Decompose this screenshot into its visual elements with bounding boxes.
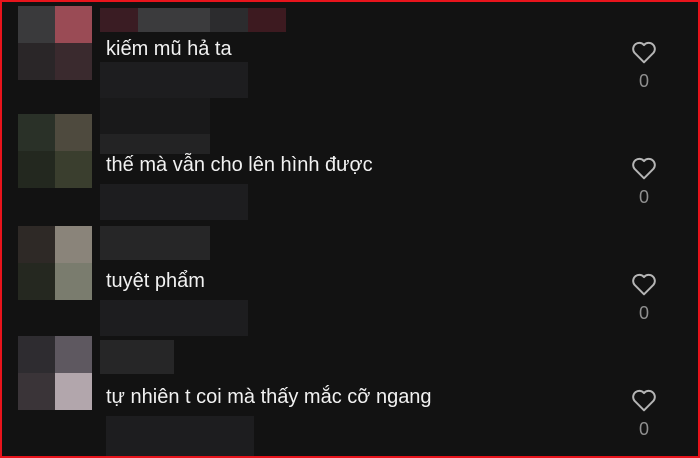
blurred-reply-area xyxy=(100,300,248,336)
comment-text: tuyệt phẩm xyxy=(106,270,205,292)
blurred-username-bar xyxy=(100,226,210,260)
blurred-reply-area xyxy=(100,184,248,220)
like-count: 0 xyxy=(638,71,649,91)
avatar[interactable] xyxy=(18,226,92,300)
blurred-reply-area xyxy=(100,62,248,98)
comment-item: tuyệt phẩm 0 xyxy=(2,226,698,338)
like-button[interactable]: 0 xyxy=(624,156,664,208)
like-button[interactable]: 0 xyxy=(624,388,664,440)
heart-outline-icon xyxy=(624,40,664,64)
blurred-username-bar xyxy=(100,340,174,374)
like-button[interactable]: 0 xyxy=(624,40,664,92)
comment-item: kiếm mũ hả ta 0 xyxy=(2,2,698,134)
heart-outline-icon xyxy=(624,272,664,296)
comment-item: tự nhiên t coi mà thấy mắc cỡ ngang 0 xyxy=(2,336,698,456)
like-count: 0 xyxy=(638,419,649,439)
comment-item: thế mà vẫn cho lên hình được 0 xyxy=(2,114,698,226)
comment-text: thế mà vẫn cho lên hình được xyxy=(106,154,373,176)
heart-outline-icon xyxy=(624,156,664,180)
like-count: 0 xyxy=(638,303,649,323)
comment-text: tự nhiên t coi mà thấy mắc cỡ ngang xyxy=(106,386,432,408)
like-button[interactable]: 0 xyxy=(624,272,664,324)
avatar[interactable] xyxy=(18,336,92,410)
blurred-username-bar xyxy=(100,134,210,154)
heart-outline-icon xyxy=(624,388,664,412)
blurred-reply-area xyxy=(106,416,254,456)
comment-text: kiếm mũ hả ta xyxy=(106,38,232,60)
avatar[interactable] xyxy=(18,6,92,80)
avatar[interactable] xyxy=(18,114,92,188)
like-count: 0 xyxy=(638,187,649,207)
comment-list: kiếm mũ hả ta 0 thế mà vẫn cho lên hình … xyxy=(0,0,700,458)
